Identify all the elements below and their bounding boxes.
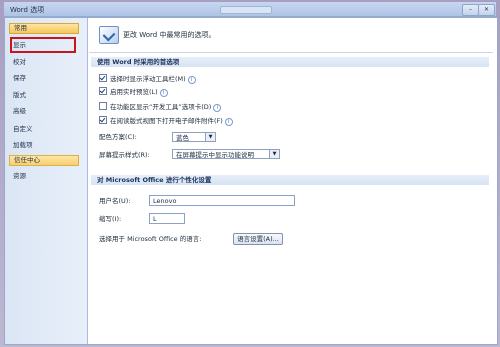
window-title: Word 选项 [10, 6, 45, 14]
color-scheme-value: 蓝色 [176, 134, 189, 142]
username-label: 用户名(U): [99, 197, 131, 205]
option-label: 在功能区显示“开发工具”选项卡(D) [110, 103, 212, 111]
option-label: 选择时显示浮动工具栏(M) [110, 75, 186, 83]
sidebar-item-addins[interactable]: 加载项 [9, 140, 79, 151]
color-scheme-label: 配色方案(C): [99, 133, 137, 141]
developer-tab-checkbox[interactable] [99, 102, 107, 110]
option-label: 启用实时预览(L) [110, 88, 158, 96]
options-icon [99, 26, 119, 44]
info-icon: i [187, 76, 196, 84]
option-reading-layout[interactable]: 在阅读版式视图下打开电子邮件附件(F) i [99, 116, 233, 126]
sidebar-item-resources[interactable]: 资源 [9, 171, 79, 182]
options-dialog: 常用 显示 校对 保存 版式 高级 自定义 加载项 信任中心 资源 更改 Wor… [4, 17, 498, 345]
reading-layout-checkbox[interactable] [99, 116, 107, 124]
sidebar-item-customize[interactable]: 自定义 [9, 124, 79, 135]
language-settings-button[interactable]: 语言设置(A)... [233, 233, 283, 245]
color-scheme-select[interactable]: 蓝色 ▼ [172, 132, 216, 142]
info-icon: i [159, 89, 168, 97]
language-label: 选择用于 Microsoft Office 的语言: [99, 235, 202, 243]
screentip-style-label: 屏幕提示样式(R): [99, 151, 150, 159]
live-preview-checkbox[interactable] [99, 87, 107, 95]
option-label: 在阅读版式视图下打开电子邮件附件(F) [110, 117, 223, 125]
chevron-down-icon: ▼ [269, 150, 279, 158]
initials-label: 缩写(I): [99, 215, 122, 223]
content-pane: 更改 Word 中最常用的选项。 使用 Word 时采用的首选项 选择时显示浮动… [89, 18, 493, 344]
username-input[interactable]: Lenovo [149, 195, 295, 206]
page-caption: 更改 Word 中最常用的选项。 [123, 31, 216, 39]
minimize-button[interactable]: – [462, 4, 479, 16]
mini-toolbar-checkbox[interactable] [99, 74, 107, 82]
close-button[interactable]: ✕ [478, 4, 495, 16]
screentip-style-select[interactable]: 在屏幕提示中显示功能说明 ▼ [172, 149, 280, 159]
sidebar: 常用 显示 校对 保存 版式 高级 自定义 加载项 信任中心 资源 [5, 18, 88, 344]
option-developer-tab[interactable]: 在功能区显示“开发工具”选项卡(D) i [99, 102, 222, 112]
chevron-down-icon: ▼ [205, 133, 215, 141]
sidebar-item-advanced[interactable]: 高级 [9, 106, 79, 117]
title-bar: Word 选项 – ✕ [4, 2, 496, 17]
info-icon: i [224, 118, 233, 126]
highlight-box [10, 37, 76, 53]
initials-input[interactable]: L [149, 213, 185, 224]
option-mini-toolbar[interactable]: 选择时显示浮动工具栏(M) i [99, 74, 196, 84]
sidebar-item-common[interactable]: 常用 [9, 23, 79, 34]
section-personalize-header: 对 Microsoft Office 进行个性化设置 [91, 175, 489, 185]
option-live-preview[interactable]: 启用实时预览(L) i [99, 87, 168, 97]
sidebar-item-layout[interactable]: 版式 [9, 90, 79, 101]
info-icon: i [213, 104, 222, 112]
title-bar-decoration [220, 6, 272, 14]
sidebar-item-trust-center[interactable]: 信任中心 [9, 155, 79, 166]
sidebar-item-proofing[interactable]: 校对 [9, 57, 79, 68]
window-frame: Word 选项 – ✕ 常用 显示 校对 保存 版式 高级 自定义 加载项 信任… [0, 0, 500, 347]
section-preferences-header: 使用 Word 时采用的首选项 [91, 57, 489, 67]
page-header: 更改 Word 中最常用的选项。 [89, 18, 493, 53]
sidebar-item-save[interactable]: 保存 [9, 73, 79, 84]
screentip-style-value: 在屏幕提示中显示功能说明 [176, 151, 254, 159]
